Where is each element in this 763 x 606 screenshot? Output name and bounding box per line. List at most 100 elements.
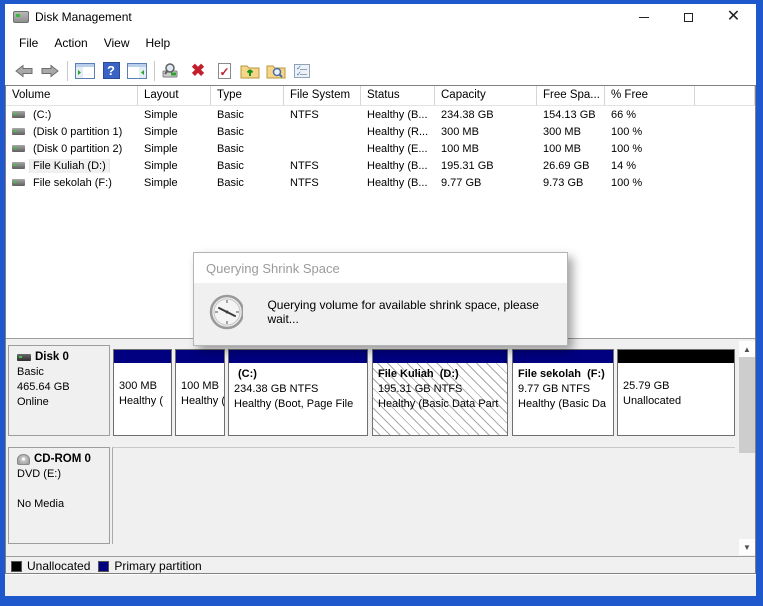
mark-partition-active-icon xyxy=(218,63,231,79)
mark-partition-active-button[interactable] xyxy=(212,59,236,83)
explore-folder-button[interactable] xyxy=(264,59,288,83)
cell-capacity: 9.77 GB xyxy=(435,177,537,189)
cell-filesystem: NTFS xyxy=(284,177,361,189)
title-bar[interactable]: Disk Management ✕ xyxy=(5,4,756,30)
open-folder-icon xyxy=(240,62,260,79)
toolbar: ? ✖ xyxy=(5,56,756,85)
delete-volume-icon: ✖ xyxy=(191,62,205,79)
column-header-status[interactable]: Status xyxy=(361,86,435,105)
cell-type: Basic xyxy=(211,109,284,121)
partition-color-bar xyxy=(114,350,171,363)
cell-capacity: 234.38 GB xyxy=(435,109,537,121)
toolbar-separator xyxy=(154,61,155,81)
cell-percent-free: 100 % xyxy=(605,177,695,189)
partition-f[interactable]: File sekolah (F:) 9.77 GB NTFS Healthy (… xyxy=(512,349,614,436)
disk0-size: 465.64 GB xyxy=(17,380,109,395)
open-folder-button[interactable] xyxy=(238,59,262,83)
back-icon xyxy=(14,63,34,79)
column-header-type[interactable]: Type xyxy=(211,86,284,105)
menu-bar: File Action View Help xyxy=(5,30,756,56)
back-button[interactable] xyxy=(12,59,36,83)
cdrom-track-area[interactable] xyxy=(112,447,735,544)
column-header-blank xyxy=(695,86,755,105)
show-console-tree-button[interactable] xyxy=(73,59,97,83)
column-header-volume[interactable]: Volume xyxy=(6,86,138,105)
maximize-button[interactable] xyxy=(666,4,711,30)
partition-recovery[interactable]: 300 MB Healthy ( xyxy=(113,349,172,436)
properties-icon xyxy=(294,64,310,78)
partition-status: Healthy (Basic Da xyxy=(518,397,613,412)
cell-type: Basic xyxy=(211,126,284,138)
minimize-icon xyxy=(639,17,649,18)
volume-drive-icon xyxy=(12,145,25,152)
menu-file[interactable]: File xyxy=(11,32,46,54)
screen-magnifier-button[interactable] xyxy=(160,59,184,83)
partition-c[interactable]: (C:) 234.38 GB NTFS Healthy (Boot, Page … xyxy=(228,349,368,436)
disk0-label-panel[interactable]: Disk 0 Basic 465.64 GB Online xyxy=(8,345,110,436)
partition-size: 234.38 GB NTFS xyxy=(234,382,367,397)
delete-volume-button[interactable]: ✖ xyxy=(186,59,210,83)
scrollbar-thumb[interactable] xyxy=(739,357,755,453)
screen-magnifier-icon xyxy=(162,63,182,79)
cell-type: Basic xyxy=(211,160,284,172)
legend-bar: Unallocated Primary partition xyxy=(6,556,755,574)
table-row[interactable]: (Disk 0 partition 2) Simple Basic Health… xyxy=(6,140,755,157)
cell-status: Healthy (E... xyxy=(361,143,435,155)
legend-label: Primary partition xyxy=(114,559,201,573)
cdrom-drive: DVD (E:) xyxy=(17,467,109,482)
table-row[interactable]: (C:) Simple Basic NTFS Healthy (B... 234… xyxy=(6,106,755,123)
show-action-pane-button[interactable] xyxy=(125,59,149,83)
legend-label: Unallocated xyxy=(27,559,90,573)
column-header-capacity[interactable]: Capacity xyxy=(435,86,537,105)
partition-status: Healthy (Boot, Page File xyxy=(234,397,367,412)
table-row[interactable]: File sekolah (F:) Simple Basic NTFS Heal… xyxy=(6,174,755,191)
close-icon: ✕ xyxy=(727,9,740,25)
properties-button[interactable] xyxy=(290,59,314,83)
close-button[interactable]: ✕ xyxy=(711,4,756,30)
cell-percent-free: 14 % xyxy=(605,160,695,172)
minimize-button[interactable] xyxy=(621,4,666,30)
disk0-status: Online xyxy=(17,395,109,410)
column-header-layout[interactable]: Layout xyxy=(138,86,211,105)
cell-percent-free: 100 % xyxy=(605,143,695,155)
cell-status: Healthy (R... xyxy=(361,126,435,138)
menu-view[interactable]: View xyxy=(96,32,138,54)
forward-button[interactable] xyxy=(38,59,62,83)
cell-status: Healthy (B... xyxy=(361,109,435,121)
menu-action[interactable]: Action xyxy=(46,32,95,54)
partition-name: File Kuliah (D:) xyxy=(378,367,507,382)
scrollbar-up-arrow[interactable]: ▲ xyxy=(739,341,755,357)
cdrom-icon xyxy=(17,454,30,465)
dialog-title-bar[interactable]: Querying Shrink Space xyxy=(194,253,567,283)
cell-capacity: 100 MB xyxy=(435,143,537,155)
cell-capacity: 195.31 GB xyxy=(435,160,537,172)
partition-status: Healthy (Basic Data Part xyxy=(378,397,507,412)
primary-partition-swatch xyxy=(98,561,109,572)
menu-help[interactable]: Help xyxy=(138,32,179,54)
partition-unallocated[interactable]: 25.79 GB Unallocated xyxy=(617,349,735,436)
partition-d-selected[interactable]: File Kuliah (D:) 195.31 GB NTFS Healthy … xyxy=(372,349,508,436)
partition-color-bar xyxy=(176,350,224,363)
cell-free-space: 26.69 GB xyxy=(537,160,605,172)
help-icon: ? xyxy=(103,62,120,79)
legend-item-primary-partition: Primary partition xyxy=(98,559,201,573)
table-row-selected[interactable]: File Kuliah (D:) Simple Basic NTFS Healt… xyxy=(6,157,755,174)
querying-shrink-space-dialog: Querying Shrink Space Querying volume fo… xyxy=(193,252,568,346)
help-button[interactable]: ? xyxy=(99,59,123,83)
cdrom-label-panel[interactable]: CD-ROM 0 DVD (E:) No Media xyxy=(8,447,110,544)
partition-efi[interactable]: 100 MB Healthy ( xyxy=(175,349,225,436)
cell-status: Healthy (B... xyxy=(361,160,435,172)
table-row[interactable]: (Disk 0 partition 1) Simple Basic Health… xyxy=(6,123,755,140)
cell-layout: Simple xyxy=(138,109,211,121)
partition-status: Healthy ( xyxy=(119,394,171,409)
column-header-filesystem[interactable]: File System xyxy=(284,86,361,105)
column-header-free-space[interactable]: Free Spa... xyxy=(537,86,605,105)
vertical-scrollbar[interactable]: ▲ ▼ xyxy=(739,341,755,555)
column-header-percent-free[interactable]: % Free xyxy=(605,86,695,105)
scrollbar-down-arrow[interactable]: ▼ xyxy=(739,539,755,555)
partition-size: 100 MB xyxy=(181,379,224,394)
cell-layout: Simple xyxy=(138,126,211,138)
cell-percent-free: 66 % xyxy=(605,109,695,121)
volume-drive-icon xyxy=(12,128,25,135)
partition-size: 25.79 GB xyxy=(623,379,734,394)
